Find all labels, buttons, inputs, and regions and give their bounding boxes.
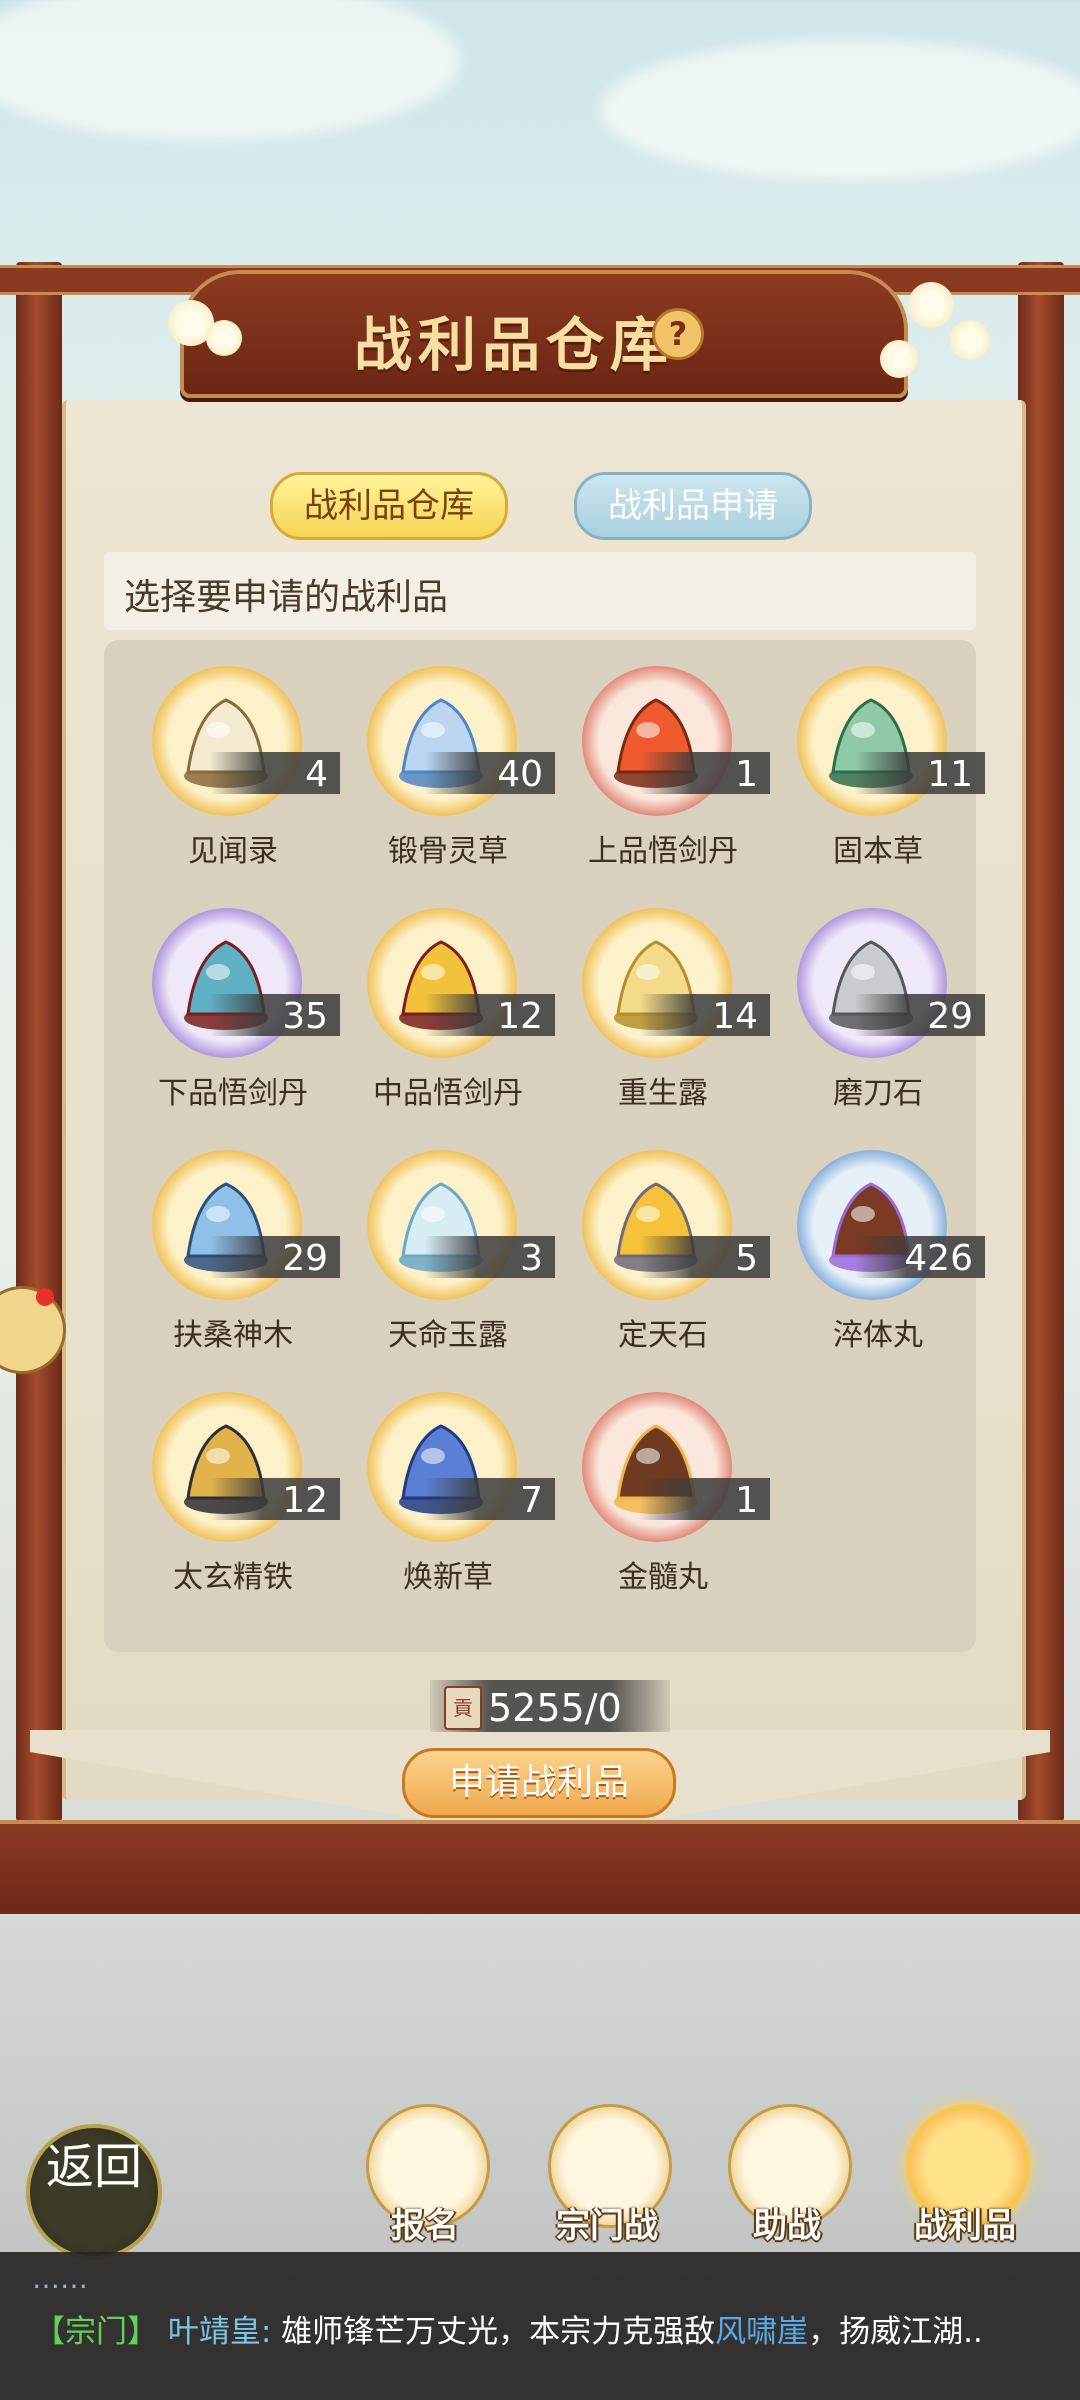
chat-message: 【宗门】 叶靖皇: 雄师锋芒万丈光，本宗力克强敌风啸崖，扬威江湖.. xyxy=(34,2306,983,2351)
item-slot[interactable]: 40 锻骨灵草 xyxy=(335,648,555,878)
blossom-decoration xyxy=(950,320,990,360)
item-name: 重生露 xyxy=(618,1076,708,1111)
item-count: 29 xyxy=(282,1238,328,1279)
notification-dot xyxy=(36,1288,54,1306)
item-slot[interactable]: 4 见闻录 xyxy=(120,648,340,878)
back-button[interactable]: 返回 xyxy=(26,2124,162,2260)
item-name: 定天石 xyxy=(618,1318,708,1353)
item-slot[interactable]: 3 天命玉露 xyxy=(335,1132,555,1362)
tab-loot-apply[interactable]: 战利品申请 xyxy=(574,472,812,540)
item-count: 3 xyxy=(520,1238,543,1279)
chat-text: 雄师锋芒万丈光，本宗力克强敌 xyxy=(281,2314,716,2350)
instruction-banner: 选择要申请的战利品 xyxy=(104,552,976,630)
tab-loot-warehouse[interactable]: 战利品仓库 xyxy=(270,472,508,540)
frame-base xyxy=(0,1820,1080,1914)
nav-assist-button[interactable]: 助战 xyxy=(722,2104,852,2254)
item-name: 天命玉露 xyxy=(388,1318,508,1353)
item-count-bar: 11 xyxy=(855,752,985,795)
blossom-decoration xyxy=(908,282,954,328)
item-name: 金髓丸 xyxy=(618,1560,708,1595)
item-slot[interactable]: 426 淬体丸 xyxy=(765,1132,985,1362)
item-count: 426 xyxy=(904,1238,973,1279)
item-slot[interactable]: 5 定天石 xyxy=(550,1132,770,1362)
help-icon[interactable]: ? xyxy=(652,308,704,360)
item-count: 14 xyxy=(712,996,758,1037)
item-count-bar: 14 xyxy=(640,994,770,1037)
item-slot[interactable]: 29 扶桑神木 xyxy=(120,1132,340,1362)
nav-label: 宗门战 xyxy=(556,2206,658,2246)
item-slot[interactable]: 29 磨刀石 xyxy=(765,890,985,1120)
item-count: 1 xyxy=(735,1480,758,1521)
item-name: 太玄精铁 xyxy=(173,1560,293,1595)
contribution-value: 5255/0 xyxy=(488,1686,622,1730)
chat-more-indicator: …… xyxy=(32,2262,88,2295)
nav-sect-war-button[interactable]: 宗门战 xyxy=(542,2104,672,2254)
item-count: 40 xyxy=(497,754,543,795)
item-count: 12 xyxy=(282,1480,328,1521)
nav-label: 助战 xyxy=(753,2206,821,2246)
item-name: 磨刀石 xyxy=(833,1076,923,1111)
item-name: 上品悟剑丹 xyxy=(588,834,738,869)
item-count-bar: 5 xyxy=(640,1236,770,1279)
item-count-bar: 35 xyxy=(210,994,340,1037)
item-name: 淬体丸 xyxy=(833,1318,923,1353)
instruction-text: 选择要申请的战利品 xyxy=(124,577,449,618)
item-slot[interactable]: 14 重生露 xyxy=(550,890,770,1120)
chat-channel: 【宗门】 xyxy=(34,2314,158,2350)
item-count-bar: 29 xyxy=(855,994,985,1037)
item-slot[interactable]: 7 焕新草 xyxy=(335,1374,555,1604)
nav-label: 战利品 xyxy=(914,2206,1016,2246)
item-count: 7 xyxy=(520,1480,543,1521)
item-slot[interactable]: 12 太玄精铁 xyxy=(120,1374,340,1604)
cloud-decoration xyxy=(0,0,460,140)
chat-place-link[interactable]: 风啸崖 xyxy=(715,2314,808,2350)
chat-text-tail: ，扬威江湖.. xyxy=(808,2314,983,2350)
item-name: 焕新草 xyxy=(403,1560,493,1595)
blossom-decoration xyxy=(880,340,918,378)
item-count-bar: 4 xyxy=(210,752,340,795)
item-count: 11 xyxy=(927,754,973,795)
item-count-bar: 29 xyxy=(210,1236,340,1279)
item-slot[interactable]: 1 金髓丸 xyxy=(550,1374,770,1604)
item-count: 35 xyxy=(282,996,328,1037)
item-count: 4 xyxy=(305,754,328,795)
chat-bar[interactable]: …… 【宗门】 叶靖皇: 雄师锋芒万丈光，本宗力克强敌风啸崖，扬威江湖.. xyxy=(0,2252,1080,2400)
nav-loot-button[interactable]: 战利品 xyxy=(900,2104,1030,2254)
item-slot[interactable]: 35 下品悟剑丹 xyxy=(120,890,340,1120)
item-count-bar: 12 xyxy=(425,994,555,1037)
item-count-bar: 12 xyxy=(210,1478,340,1521)
item-name: 中品悟剑丹 xyxy=(373,1076,523,1111)
frame-post-left xyxy=(16,262,62,1822)
item-name: 扶桑神木 xyxy=(173,1318,293,1353)
item-count-bar: 1 xyxy=(640,752,770,795)
item-name: 见闻录 xyxy=(188,834,278,869)
item-count-bar: 7 xyxy=(425,1478,555,1521)
blossom-decoration xyxy=(206,320,242,356)
item-slot[interactable]: 1 上品悟剑丹 xyxy=(550,648,770,878)
page-title: 战利品仓库 xyxy=(353,311,674,379)
item-name: 下品悟剑丹 xyxy=(158,1076,308,1111)
back-label: 返回 xyxy=(45,2139,142,2195)
item-name: 固本草 xyxy=(833,834,923,869)
item-slot[interactable]: 11 固本草 xyxy=(765,648,985,878)
item-count: 1 xyxy=(735,754,758,795)
nav-register-button[interactable]: 报名 xyxy=(360,2104,490,2254)
apply-loot-button[interactable]: 申请战利品 xyxy=(402,1748,676,1818)
item-count-bar: 40 xyxy=(425,752,555,795)
nav-label: 报名 xyxy=(391,2206,459,2246)
item-name: 锻骨灵草 xyxy=(388,834,508,869)
contribution-display: 貢 5255/0 xyxy=(430,1680,670,1732)
item-slot[interactable]: 12 中品悟剑丹 xyxy=(335,890,555,1120)
item-count-bar: 3 xyxy=(425,1236,555,1279)
item-count-bar: 426 xyxy=(855,1236,985,1279)
chat-user[interactable]: 叶靖皇: xyxy=(168,2314,271,2350)
contribution-icon: 貢 xyxy=(444,1686,482,1730)
cloud-decoration xyxy=(600,40,1080,180)
item-count-bar: 1 xyxy=(640,1478,770,1521)
item-count: 5 xyxy=(735,1238,758,1279)
item-count: 29 xyxy=(927,996,973,1037)
item-count: 12 xyxy=(497,996,543,1037)
title-plaque: 战利品仓库 ? xyxy=(180,270,908,398)
